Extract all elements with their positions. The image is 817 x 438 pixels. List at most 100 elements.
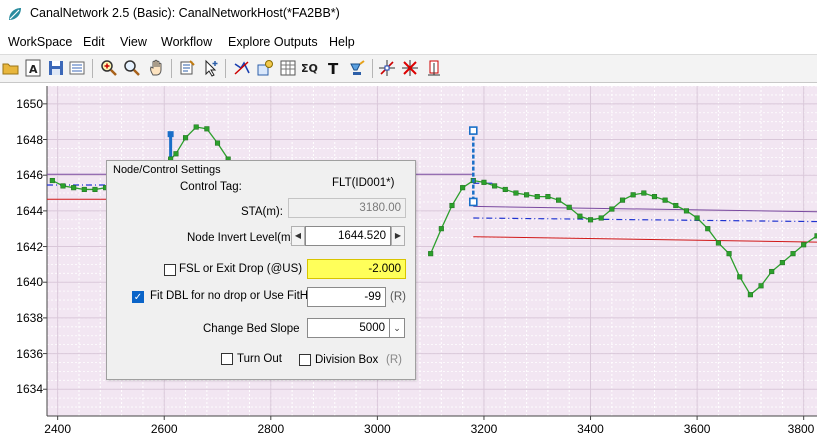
ground-profile-point (71, 185, 77, 191)
paint-icon[interactable] (347, 58, 367, 78)
ground-profile-point (513, 190, 519, 196)
ground-profile-point (492, 183, 498, 189)
invert-increment-button[interactable]: ▶ (391, 226, 405, 246)
y-tick-label: 1638 (16, 310, 43, 325)
y-tick-label: 1646 (16, 168, 43, 183)
table-icon[interactable] (278, 58, 298, 78)
division-box-label: Division Box (315, 354, 379, 366)
menu-bar: WorkSpace Edit View Workflow Explore Out… (0, 30, 817, 54)
fit-dbl-label: Fit DBL for no drop or Use FitHt: (150, 290, 315, 302)
x-tick-label: 3600 (683, 422, 711, 436)
ground-profile-point (683, 208, 689, 214)
x-tick-label: 2400 (44, 422, 72, 436)
x-tick-label: 3800 (787, 422, 815, 436)
window-title: CanalNetwork 2.5 (Basic): CanalNetworkHo… (30, 6, 340, 20)
invert-decrement-button[interactable]: ◀ (291, 226, 305, 246)
ground-profile-point (790, 251, 796, 257)
bed-slope-label: Change Bed Slope (203, 323, 300, 335)
invert-level-label: Node Invert Level(m): (187, 232, 298, 244)
control-tag-label: Control Tag: (180, 181, 242, 193)
svg-text:T: T (328, 60, 339, 77)
line-select-icon[interactable] (232, 58, 252, 78)
ground-profile-point (705, 226, 711, 232)
menu-help[interactable]: Help (329, 35, 355, 49)
hand-icon[interactable] (147, 58, 167, 78)
ground-profile-point (769, 268, 775, 275)
add-point-icon[interactable] (377, 58, 397, 78)
node-marker-handle (167, 131, 174, 138)
ground-profile-point (673, 202, 679, 209)
x-tick-label: 3400 (577, 422, 604, 436)
sta-field[interactable]: 3180.00 (288, 198, 406, 218)
division-box-unit-label: (R) (386, 354, 402, 366)
ground-profile-point (662, 197, 668, 203)
text-a-icon[interactable]: A (23, 58, 43, 78)
ground-profile-point (726, 251, 732, 257)
ground-profile-point (438, 226, 444, 232)
open-folder-icon[interactable] (1, 58, 21, 78)
dialog-title: Node/Control Settings (113, 164, 221, 176)
bed-slope-dropdown-chevron-icon[interactable]: ⌄ (389, 318, 405, 338)
fit-unit-label: (R) (390, 291, 406, 303)
sigma-q-icon[interactable]: ΣQ (301, 58, 321, 78)
svg-text:A: A (29, 63, 38, 76)
ground-profile-point (694, 215, 700, 221)
ground-profile-point (587, 217, 594, 223)
y-tick-label: 1648 (16, 132, 43, 147)
ground-profile-point (204, 126, 210, 132)
pointer-add-icon[interactable] (201, 58, 221, 78)
division-box-checkbox[interactable] (299, 354, 311, 366)
insert-point-icon[interactable] (424, 58, 444, 78)
ground-profile-point (449, 202, 455, 209)
fsl-label: FSL or Exit Drop (@US) (179, 263, 303, 275)
y-tick-label: 1650 (16, 96, 43, 111)
list-icon[interactable] (67, 58, 87, 78)
save-icon[interactable] (46, 58, 66, 78)
x-tick-label: 3200 (470, 422, 498, 436)
menu-view[interactable]: View (120, 35, 147, 49)
fit-dbl-checkbox[interactable]: ✓ (132, 291, 144, 303)
fsl-checkbox[interactable] (164, 264, 176, 276)
edit-node-icon[interactable] (177, 58, 197, 78)
zoom-in-icon[interactable] (99, 58, 119, 78)
ground-profile-point (651, 194, 658, 200)
ground-profile-point (545, 194, 551, 200)
ground-profile-point (737, 274, 743, 280)
ground-profile-point (481, 179, 487, 185)
text-t-icon[interactable]: T (324, 58, 344, 78)
delete-point-icon[interactable] (400, 58, 420, 78)
turn-out-label: Turn Out (237, 353, 282, 365)
menu-workspace[interactable]: WorkSpace (8, 35, 72, 49)
selected-node-top-handle (468, 126, 478, 135)
ground-profile-point (182, 135, 189, 141)
ground-profile-point (715, 240, 721, 246)
ground-profile-point (49, 177, 55, 184)
fsl-exit-drop-field[interactable]: -2.000 (307, 259, 406, 279)
ground-profile-point (173, 151, 179, 157)
ground-profile-point (428, 251, 434, 257)
y-tick-label: 1642 (16, 239, 43, 254)
turn-out-checkbox[interactable] (221, 353, 233, 365)
menu-workflow[interactable]: Workflow (161, 35, 212, 49)
fit-height-field[interactable]: -99 (307, 287, 386, 307)
ground-profile-point (214, 140, 221, 146)
ground-profile-point (556, 197, 562, 203)
y-tick-label: 1636 (16, 346, 43, 361)
zoom-icon[interactable] (122, 58, 142, 78)
bed-slope-field[interactable]: 5000 (307, 318, 390, 338)
app-leaf-icon (9, 8, 21, 20)
menu-edit[interactable]: Edit (83, 35, 105, 49)
node-control-settings-dialog: Node/Control Settings Control Tag: FLT(I… (106, 160, 416, 380)
y-tick-label: 1640 (16, 275, 43, 290)
ground-profile-point (193, 124, 199, 130)
menu-explore-outputs[interactable]: Explore Outputs (228, 35, 318, 49)
toolbar: A ΣQ T (0, 54, 817, 83)
node-settings-icon[interactable] (255, 58, 275, 78)
invert-level-field[interactable]: 1644.520 (305, 226, 391, 246)
ground-profile-point (801, 242, 807, 248)
ground-profile-point (60, 183, 66, 189)
ground-profile-point (779, 260, 785, 266)
y-tick-label: 1634 (16, 382, 43, 397)
svg-text:ΣQ: ΣQ (301, 62, 318, 75)
title-bar: CanalNetwork 2.5 (Basic): CanalNetworkHo… (0, 0, 817, 29)
